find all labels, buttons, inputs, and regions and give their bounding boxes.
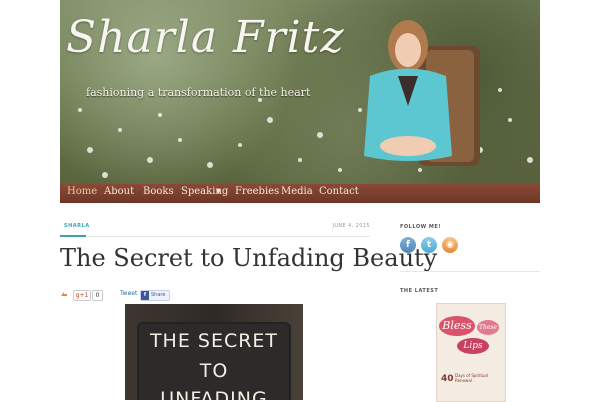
post-date: JUNE 4, 2015 <box>332 223 370 229</box>
image-text-line-2: TO <box>199 360 229 382</box>
rss-glyph: ◉ <box>446 240 454 250</box>
follow-heading: FOLLOW ME! <box>400 224 442 230</box>
nav-media[interactable]: Media <box>281 186 313 197</box>
share-arrow-icon[interactable] <box>60 290 68 298</box>
nav-books[interactable]: Books <box>143 186 174 197</box>
image-text-line-1: THE SECRET <box>149 330 279 352</box>
gplus-button[interactable]: g+1 <box>73 290 91 301</box>
rss-icon[interactable]: ◉ <box>442 237 458 253</box>
latest-heading: THE LATEST <box>400 288 439 294</box>
main-nav: Home About Books Speaking ▾ Freebies Med… <box>60 184 540 203</box>
site-tagline: fashioning a transformation of the heart <box>86 86 311 99</box>
sidebar-divider <box>400 271 540 272</box>
post-author[interactable]: SHARLA <box>64 223 90 229</box>
nav-speaking[interactable]: Speaking <box>181 186 228 197</box>
author-photo <box>364 20 480 166</box>
facebook-share-label: Share <box>151 292 166 298</box>
post-meta: SHARLA JUNE 4, 2015 <box>60 222 370 237</box>
nav-home[interactable]: Home <box>67 186 97 197</box>
header-banner: Sharla Fritz fashioning a transformation… <box>60 0 540 184</box>
facebook-glyph: f <box>406 240 410 250</box>
book-cover[interactable]: Bless These Lips 40 Days of Spiritual Re… <box>436 303 506 402</box>
site-title[interactable]: Sharla Fritz <box>66 12 345 63</box>
book-title-word-1: Bless <box>439 316 475 336</box>
facebook-icon[interactable]: f <box>400 237 416 253</box>
author-underline <box>60 235 86 237</box>
nav-about[interactable]: About <box>104 186 134 197</box>
twitter-icon[interactable]: t <box>421 237 437 253</box>
facebook-share-button[interactable]: f Share <box>140 290 170 301</box>
gplus-count: 0 <box>92 290 103 301</box>
share-bar: g+1 0 Tweet f Share <box>60 290 190 302</box>
book-title-word-3: Lips <box>457 338 489 354</box>
tweet-button[interactable]: Tweet <box>120 290 137 297</box>
book-subtitle: Days of Spiritual Renewal <box>455 373 488 383</box>
post-title[interactable]: The Secret to Unfading Beauty <box>60 244 437 272</box>
image-text-line-3: UNFADING <box>160 388 268 400</box>
post-featured-image[interactable]: THE SECRET TO UNFADING <box>125 304 303 400</box>
facebook-icon: f <box>141 291 149 300</box>
nav-freebies[interactable]: Freebies <box>235 186 279 197</box>
chalkboard: THE SECRET TO UNFADING <box>139 324 289 400</box>
book-title-word-2: These <box>477 320 499 335</box>
book-number: 40 <box>441 374 454 384</box>
nav-contact[interactable]: Contact <box>319 186 359 197</box>
twitter-glyph: t <box>426 240 432 250</box>
chevron-down-icon[interactable]: ▾ <box>216 186 221 197</box>
